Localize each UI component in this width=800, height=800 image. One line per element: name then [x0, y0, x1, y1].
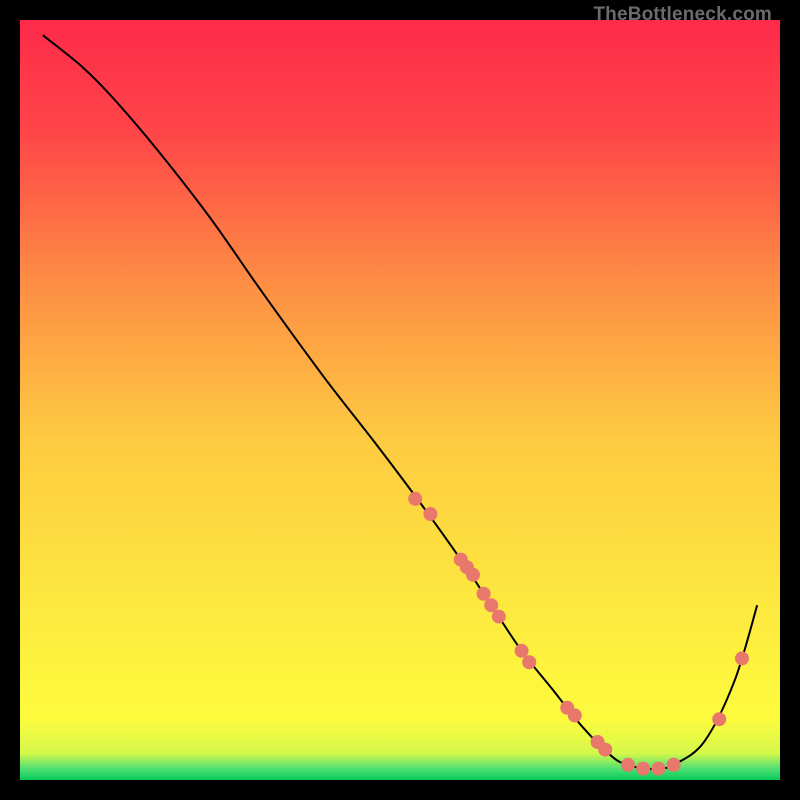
highlight-point [621, 758, 635, 772]
highlight-point [408, 492, 422, 506]
highlight-point [568, 708, 582, 722]
highlight-point [522, 655, 536, 669]
highlight-point [651, 762, 665, 776]
highlight-point [515, 644, 529, 658]
watermark-text: TheBottleneck.com [593, 4, 772, 26]
highlight-point [492, 610, 506, 624]
highlight-point [466, 568, 480, 582]
chart-svg [20, 20, 780, 780]
chart-frame [20, 20, 780, 780]
highlight-point [484, 598, 498, 612]
highlight-point [636, 762, 650, 776]
highlight-point [667, 758, 681, 772]
highlight-point [598, 743, 612, 757]
highlight-point [735, 651, 749, 665]
highlight-point [477, 587, 491, 601]
gradient-background [20, 20, 780, 780]
highlight-point [423, 507, 437, 521]
highlight-point [712, 712, 726, 726]
